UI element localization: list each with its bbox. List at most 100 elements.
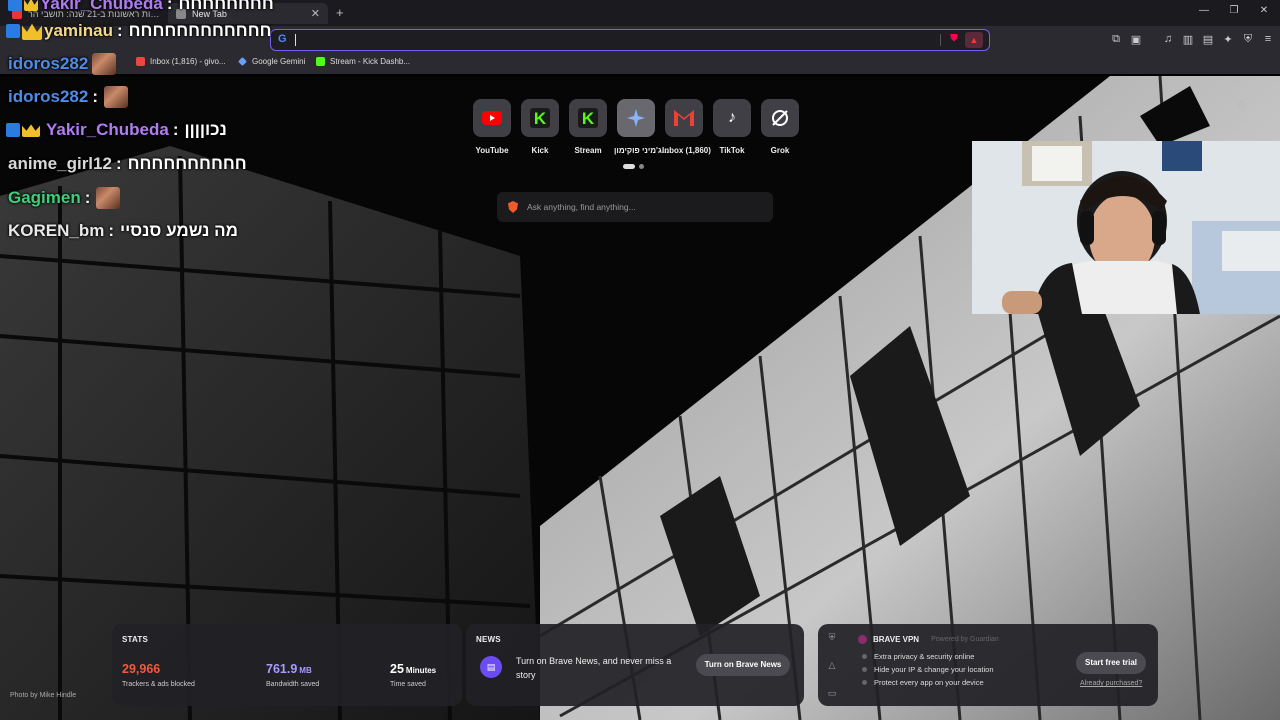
brave-rewards-icon[interactable]: ▲ <box>965 32 983 48</box>
svg-text:K: K <box>534 109 547 128</box>
mod-badge-icon <box>6 123 20 137</box>
chat-text: חחחחחחחחחח <box>127 154 247 173</box>
minimize-icon[interactable]: — <box>1194 5 1214 16</box>
crown-badge-icon <box>24 0 38 11</box>
leo-ai-icon[interactable]: ✦ <box>1220 33 1236 46</box>
stat-value: 25 <box>390 662 404 676</box>
screen: בחירות ראשונות ב-21 שנה: תושבי הר... New… <box>0 0 1280 720</box>
photo-credit[interactable]: Photo by Mike Hindle <box>10 692 76 699</box>
emote-icon <box>96 187 121 209</box>
vpn-shield-icon[interactable]: ⛨ <box>824 632 840 643</box>
new-tab-plus-icon[interactable]: + <box>336 5 344 20</box>
chat-username: idoros282 <box>8 54 89 73</box>
page-dot[interactable] <box>639 164 644 169</box>
menu-icon[interactable]: ≡ <box>1260 33 1276 45</box>
chat-message: yaminau : חחחחחחחחחחחח <box>6 21 272 41</box>
chat-colon: : <box>166 0 173 13</box>
vpn-feature: Protect every app on your device <box>862 678 984 687</box>
search-placeholder: Ask anything, find anything... <box>527 202 636 212</box>
media-icon[interactable]: ♫ <box>1160 33 1176 45</box>
vpn-icon[interactable]: ⛨ <box>1240 33 1256 46</box>
chat-colon: : <box>115 154 122 173</box>
brave-shields-icon[interactable]: ⛊ <box>947 33 961 47</box>
top-site-youtube[interactable]: YouTube <box>470 99 514 155</box>
chat-text: חחחחחחחחחחחח <box>128 21 272 40</box>
warning-icon[interactable]: △ <box>824 660 840 671</box>
chat-username: Gagimen <box>8 188 81 207</box>
bookmark-label: Stream - Kick Dashb... <box>330 57 411 66</box>
stat-time: 25 Minutes Time saved <box>390 660 436 688</box>
chat-username: Yakir_Chubeda <box>40 0 163 13</box>
wallet-icon[interactable]: ▤ <box>1200 33 1216 46</box>
start-free-trial-button[interactable]: Start free trial <box>1076 652 1146 674</box>
top-site-kick[interactable]: K Kick <box>518 99 562 155</box>
top-site-gmail[interactable]: Inbox (1,860) <box>662 99 711 155</box>
stat-trackers: 29,966 Trackers & ads blocked <box>122 660 195 688</box>
gemini-icon <box>617 99 655 137</box>
stat-bandwidth: 761.9 MB Bandwidth saved <box>266 660 319 688</box>
top-site-label: Grok <box>770 146 790 155</box>
gear-icon[interactable]: ⚙ <box>1236 98 1247 112</box>
vpn-powered-by: Powered by Guardian <box>931 636 999 643</box>
brave-search-icon <box>508 201 518 213</box>
bookmark-inbox[interactable]: Inbox (1,816) - givo... <box>136 57 226 66</box>
stats-title: STATS <box>122 635 149 644</box>
stat-desc: Trackers & ads blocked <box>122 681 195 688</box>
search-box[interactable]: Ask anything, find anything... <box>497 192 773 222</box>
divider <box>940 34 941 46</box>
mod-badge-icon <box>8 0 22 11</box>
close-tab-icon[interactable]: ✕ <box>311 7 320 20</box>
chat-colon: : <box>172 120 179 139</box>
screenshot-icon[interactable]: ▣ <box>1128 33 1144 46</box>
stat-value: 761.9 <box>266 662 298 676</box>
chat-username: idoros282 <box>8 87 89 106</box>
extensions-icon[interactable]: ⧉ <box>1108 33 1124 46</box>
bullet-icon <box>862 680 867 685</box>
bookmark-label: Google Gemini <box>252 57 306 66</box>
top-site-gemini[interactable]: ג'מיני פוקימון... <box>614 99 668 155</box>
tiktok-icon: ♪ <box>713 99 751 137</box>
vpn-title: BRAVE VPN <box>873 635 920 644</box>
crown-badge-icon <box>22 23 42 40</box>
chat-message: anime_girl12 : חחחחחחחחחח <box>8 154 247 174</box>
card-icon[interactable]: ▭ <box>824 688 840 699</box>
chat-message: Yakir_Chubeda : נכוןןןן <box>6 120 227 140</box>
already-purchased-link[interactable]: Already purchased? <box>1080 680 1142 687</box>
kick-icon: K <box>521 99 559 137</box>
chat-message: idoros282 <box>8 53 117 75</box>
vpn-feature: Extra privacy & security online <box>862 652 974 661</box>
address-bar[interactable]: G ⛊ ▲ <box>270 29 990 51</box>
gmail-icon <box>665 99 703 137</box>
top-site-stream[interactable]: K Stream <box>566 99 610 155</box>
top-site-grok[interactable]: Grok <box>758 99 802 155</box>
chat-colon: : <box>84 188 91 207</box>
emote-icon <box>103 86 128 108</box>
bookmark-gemini[interactable]: Google Gemini <box>238 57 305 66</box>
vpn-widget: ⛨ △ ▭ BRAVE VPN Powered by Guardian Extr… <box>818 624 1158 706</box>
chat-message: KOREN_bm : מה נשמע סנסיי <box>8 221 238 241</box>
close-window-icon[interactable]: ✕ <box>1254 5 1274 16</box>
gmail-icon <box>136 57 145 66</box>
top-site-label: Stream <box>574 146 602 155</box>
stat-desc: Time saved <box>390 681 426 688</box>
restore-icon[interactable]: ❐ <box>1224 5 1244 16</box>
chat-text: מה נשמע סנסיי <box>120 221 239 240</box>
stat-desc: Bandwidth saved <box>266 681 320 688</box>
top-site-tiktok[interactable]: ♪ TikTok <box>710 99 754 155</box>
vpn-feature-text: Hide your IP & change your location <box>874 665 994 674</box>
turn-on-news-button[interactable]: Turn on Brave News <box>696 654 790 676</box>
grok-icon <box>761 99 799 137</box>
chat-username: anime_girl12 <box>8 154 112 173</box>
top-site-label: YouTube <box>475 146 509 155</box>
news-title: NEWS <box>476 635 501 644</box>
bookmark-kick-stream[interactable]: Stream - Kick Dashb... <box>316 57 410 66</box>
chat-username: KOREN_bm <box>8 221 105 240</box>
chat-message: Yakir_Chubeda : חחחחחחחח <box>8 0 274 14</box>
text-caret <box>295 34 296 46</box>
bookmark-label: Inbox (1,816) - givo... <box>150 57 226 66</box>
bullet-icon <box>862 667 867 672</box>
crown-badge-icon <box>22 124 40 137</box>
page-dot-active[interactable] <box>623 164 635 169</box>
youtube-icon <box>473 99 511 137</box>
sidebar-icon[interactable]: ▥ <box>1180 33 1196 46</box>
